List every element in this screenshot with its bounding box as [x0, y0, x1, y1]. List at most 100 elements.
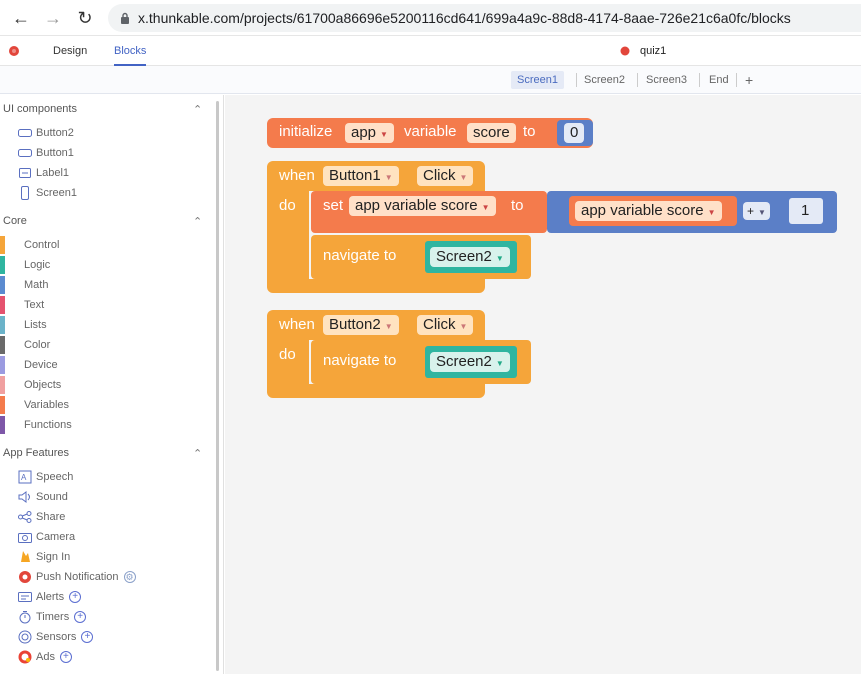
address-bar[interactable]: x.thunkable.com/projects/61700a86696e520…: [108, 4, 861, 32]
gear-icon[interactable]: ⚙: [123, 571, 136, 583]
component-item-screen1[interactable]: Screen1: [0, 183, 77, 203]
navigate-block[interactable]: navigate to Screen2 ▼: [311, 235, 531, 279]
blocks-workspace[interactable]: initialize app ▼ variable score to 0 when…: [225, 95, 861, 674]
screen-dropdown[interactable]: Screen2 ▼: [430, 352, 510, 372]
add-icon[interactable]: +: [69, 591, 82, 603]
block-keyword: do: [279, 346, 296, 363]
block-keyword: navigate to: [323, 352, 397, 369]
block-keyword: initialize: [279, 123, 333, 140]
core-category-device[interactable]: Device: [0, 355, 58, 375]
dropdown-arrow-icon: ▼: [495, 254, 504, 263]
feature-label: Speech: [36, 471, 74, 483]
component-item-label1[interactable]: Label1: [0, 163, 69, 183]
feature-item-sign-in[interactable]: Sign In: [0, 547, 70, 567]
event-dropdown[interactable]: Click ▼: [417, 166, 474, 186]
tab-design[interactable]: Design: [53, 36, 87, 66]
tab-end[interactable]: End: [703, 71, 735, 89]
add-icon[interactable]: +: [59, 651, 72, 663]
math-add-block[interactable]: app variable score ▼ + ▼ 1: [547, 191, 837, 233]
number-block[interactable]: 1: [789, 198, 823, 224]
core-category-lists[interactable]: Lists: [0, 315, 47, 335]
category-label: Functions: [24, 419, 72, 431]
block-keyword: variable: [404, 123, 457, 140]
feature-item-camera[interactable]: Camera: [0, 527, 75, 547]
feature-item-sound[interactable]: Sound: [0, 487, 68, 507]
variable-value: app variable score: [355, 197, 478, 214]
dropdown-arrow-icon: ▼: [495, 359, 504, 368]
add-icon[interactable]: +: [81, 631, 94, 643]
project-name: quiz1: [640, 45, 667, 57]
core-category-variables[interactable]: Variables: [0, 395, 69, 415]
feature-item-ads[interactable]: Ads +: [0, 647, 72, 667]
component-dropdown[interactable]: Button2 ▼: [323, 315, 399, 335]
number-block[interactable]: 0: [557, 120, 593, 146]
core-category-functions[interactable]: Functions: [0, 415, 72, 435]
block-keyword: to: [511, 197, 524, 214]
event-dropdown[interactable]: Click ▼: [417, 315, 474, 335]
section-title-core[interactable]: Core: [3, 215, 27, 227]
category-color-swatch: [0, 256, 5, 274]
set-variable-block[interactable]: set app variable score ▼ to: [311, 191, 547, 233]
chevron-up-icon[interactable]: ⌃: [193, 447, 202, 460]
core-category-math[interactable]: Math: [0, 275, 48, 295]
dropdown-arrow-icon: ▼: [758, 208, 766, 217]
sensor-icon: [18, 630, 32, 644]
reload-icon[interactable]: ↻: [74, 7, 96, 29]
category-color-swatch: [0, 316, 5, 334]
variable-getter-block[interactable]: app variable score ▼: [569, 196, 737, 226]
phone-icon: [21, 186, 29, 200]
dropdown-arrow-icon: ▼: [380, 130, 388, 139]
tab-screen1[interactable]: Screen1: [511, 71, 564, 89]
dropdown-arrow-icon: ▼: [384, 173, 393, 182]
divider: [637, 73, 638, 87]
component-item-button2[interactable]: Button2: [0, 123, 74, 143]
navigate-block[interactable]: navigate to Screen2 ▼: [311, 340, 531, 384]
arrow-left-icon[interactable]: ←: [10, 7, 32, 29]
tab-blocks[interactable]: Blocks: [114, 36, 147, 66]
share-icon: [18, 511, 32, 523]
feature-item-push-notification[interactable]: Push Notification ⚙: [0, 567, 136, 587]
screen-dropdown[interactable]: Screen2 ▼: [430, 247, 510, 267]
number-field[interactable]: 1: [795, 201, 815, 221]
arrow-right-icon[interactable]: →: [42, 7, 64, 29]
initialize-variable-block[interactable]: initialize app ▼ variable score to 0: [267, 118, 593, 148]
chevron-up-icon[interactable]: ⌃: [193, 215, 202, 228]
speaker-icon: [18, 491, 30, 503]
core-category-objects[interactable]: Objects: [0, 375, 61, 395]
operator-dropdown[interactable]: + ▼: [743, 202, 770, 220]
screen-selector-block[interactable]: Screen2 ▼: [425, 241, 517, 273]
getter-dropdown[interactable]: app variable score ▼: [575, 201, 722, 221]
tab-screen2[interactable]: Screen2: [578, 71, 631, 89]
project-logo-icon: [620, 46, 630, 56]
number-field[interactable]: 0: [564, 123, 585, 143]
core-category-color[interactable]: Color: [0, 335, 50, 355]
component-dropdown[interactable]: Button1 ▼: [323, 166, 399, 186]
chevron-up-icon[interactable]: ⌃: [193, 103, 202, 116]
dropdown-arrow-icon: ▼: [481, 203, 490, 212]
feature-item-speech[interactable]: A Speech: [0, 467, 73, 487]
block-keyword: do: [279, 197, 296, 214]
core-category-control[interactable]: Control: [0, 235, 59, 255]
component-item-button1[interactable]: Button1: [0, 143, 74, 163]
scope-dropdown[interactable]: app ▼: [345, 123, 394, 143]
variable-dropdown[interactable]: app variable score ▼: [349, 196, 496, 216]
feature-item-sensors[interactable]: Sensors +: [0, 627, 94, 647]
feature-item-alerts[interactable]: Alerts +: [0, 587, 82, 607]
firebase-icon: [21, 551, 30, 562]
section-title-app-features[interactable]: App Features: [3, 447, 69, 459]
sidebar-scrollbar[interactable]: [216, 101, 219, 671]
speech-icon: A: [18, 470, 32, 484]
core-category-logic[interactable]: Logic: [0, 255, 50, 275]
screen-selector-block[interactable]: Screen2 ▼: [425, 346, 517, 378]
category-label: Lists: [24, 319, 47, 331]
section-title-ui-components[interactable]: UI components: [3, 103, 77, 115]
component-label: Screen1: [36, 187, 77, 199]
feature-item-share[interactable]: Share: [0, 507, 65, 527]
feature-item-timers[interactable]: Timers +: [0, 607, 87, 627]
label-icon: [19, 168, 31, 178]
add-icon[interactable]: +: [74, 611, 87, 623]
tab-screen3[interactable]: Screen3: [640, 71, 693, 89]
core-category-text[interactable]: Text: [0, 295, 44, 315]
add-screen-button[interactable]: +: [739, 71, 759, 89]
variable-name-field[interactable]: score: [467, 123, 516, 143]
